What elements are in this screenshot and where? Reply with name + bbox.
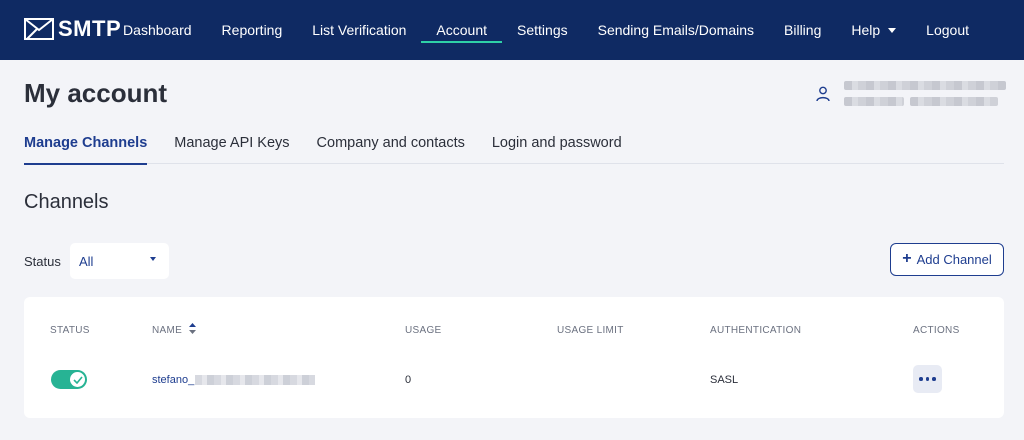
- nav-item-list-verification[interactable]: List Verification: [297, 0, 421, 60]
- dot: [919, 377, 923, 381]
- redacted-user-company: [910, 97, 998, 106]
- column-header-usage: USAGE: [405, 325, 442, 336]
- logo[interactable]: SMTP: [24, 16, 121, 41]
- checkmark-icon: [72, 375, 83, 384]
- nav-item-reporting[interactable]: Reporting: [207, 0, 298, 60]
- column-header-usage-limit: USAGE LIMIT: [557, 325, 624, 336]
- nav-item-account[interactable]: Account: [421, 0, 502, 60]
- channel-status-toggle[interactable]: [51, 370, 87, 389]
- user-profile[interactable]: [814, 78, 1014, 112]
- status-filter-label: Status: [24, 254, 61, 269]
- nav-item-help[interactable]: Help: [836, 0, 911, 60]
- channel-name[interactable]: stefano_: [152, 374, 316, 386]
- column-header-status: STATUS: [50, 325, 90, 336]
- column-header-name-label: NAME: [152, 325, 183, 336]
- sort-icon: [189, 323, 197, 335]
- page-title: My account: [24, 78, 168, 108]
- nav-item-dashboard[interactable]: Dashboard: [108, 0, 207, 60]
- tab-manage-channels[interactable]: Manage Channels: [24, 130, 148, 165]
- tab-login-and-password[interactable]: Login and password: [492, 130, 622, 164]
- envelope-logo-icon: [24, 18, 54, 40]
- column-header-actions: ACTIONS: [913, 325, 960, 336]
- chevron-down-icon: [150, 257, 156, 261]
- redacted-user-email: [844, 97, 904, 106]
- tab-company-and-contacts[interactable]: Company and contacts: [317, 130, 465, 164]
- add-channel-button[interactable]: + Add Channel: [890, 243, 1004, 276]
- nav-menu: Dashboard Reporting List Verification Ac…: [108, 0, 984, 60]
- nav-item-help-label: Help: [851, 22, 881, 38]
- more-horizontal-icon[interactable]: [913, 365, 942, 393]
- channels-table: STATUS NAME USAGE USAGE LIMIT AUTHENTICA…: [24, 297, 1004, 418]
- add-channel-label: Add Channel: [916, 252, 992, 267]
- nav-item-logout[interactable]: Logout: [911, 0, 984, 60]
- redacted-channel-name: [195, 375, 316, 386]
- tab-manage-api-keys[interactable]: Manage API Keys: [174, 130, 289, 164]
- channel-authentication: SASL: [710, 374, 739, 386]
- status-filter-value: All: [79, 254, 94, 269]
- account-tabs: Manage Channels Manage API Keys Company …: [24, 130, 1004, 165]
- top-navbar: SMTP Dashboard Reporting List Verificati…: [0, 0, 1024, 60]
- channel-name-link[interactable]: stefano_: [152, 374, 194, 386]
- plus-icon: +: [902, 250, 912, 267]
- dot: [925, 377, 930, 381]
- column-header-name[interactable]: NAME: [152, 323, 197, 336]
- caret-down-icon: [888, 27, 897, 33]
- user-icon: [816, 86, 830, 102]
- column-header-authentication: AUTHENTICATION: [710, 325, 802, 336]
- status-filter-select[interactable]: All: [70, 243, 169, 279]
- toggle-knob: [70, 372, 85, 387]
- channel-usage: 0: [405, 374, 412, 386]
- nav-item-sending-emails-domains[interactable]: Sending Emails/Domains: [583, 0, 769, 60]
- nav-item-billing[interactable]: Billing: [769, 0, 836, 60]
- nav-item-settings[interactable]: Settings: [502, 0, 583, 60]
- redacted-user-name: [844, 81, 1006, 90]
- section-title: Channels: [24, 191, 109, 213]
- dot: [932, 377, 936, 381]
